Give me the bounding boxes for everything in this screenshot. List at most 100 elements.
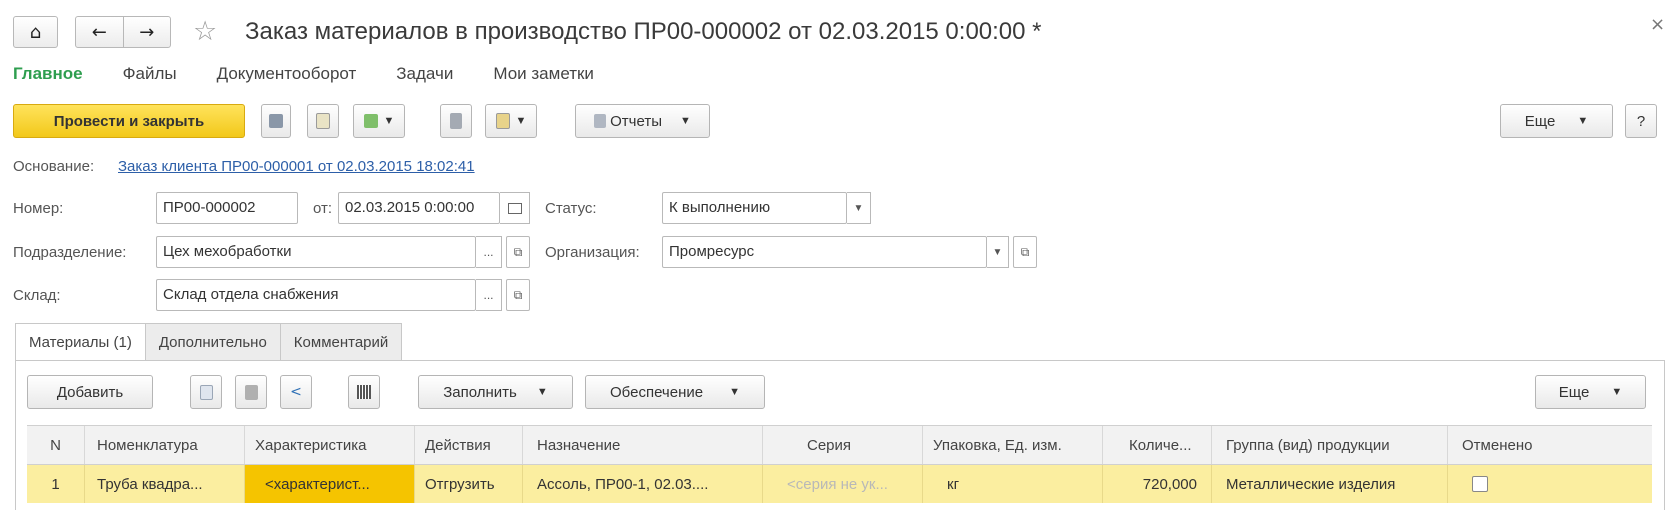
arrow-left-icon: ← (91, 21, 107, 43)
org-open-button[interactable]: ⧉ (1013, 236, 1037, 268)
chevron-down-icon: ▼ (536, 386, 548, 398)
fill-button[interactable]: Заполнить ▼ (418, 375, 573, 409)
row-cell-cancelled (1448, 465, 1652, 503)
chevron-down-icon: ▼ (853, 202, 864, 214)
number-field[interactable]: ПР00-000002 (156, 192, 298, 224)
star-icon[interactable]: ☆ (193, 16, 217, 47)
warehouse-select-button[interactable]: ... (476, 279, 502, 311)
col-package[interactable]: Упаковка, Ед. изм. (923, 426, 1103, 464)
row-cell-quantity[interactable]: 720,000 (1103, 465, 1212, 503)
date-field[interactable]: 02.03.2015 0:00:00 (338, 192, 500, 224)
division-label: Подразделение: (13, 244, 127, 261)
row-cell-series[interactable]: <серия не ук... (763, 465, 923, 503)
col-product-group[interactable]: Группа (вид) продукции (1212, 426, 1448, 464)
share-button[interactable]: < (280, 375, 312, 409)
org-dropdown-button[interactable]: ▼ (987, 236, 1009, 268)
back-button[interactable]: ← (76, 17, 123, 47)
ellipsis-icon: ... (483, 288, 494, 302)
row-cell-package[interactable]: кг (923, 465, 1103, 503)
post-button[interactable] (307, 104, 339, 138)
division-select-button[interactable]: ... (476, 236, 502, 268)
reports-button[interactable]: Отчеты ▼ (575, 104, 710, 138)
section-docflow[interactable]: Документооборот (217, 64, 357, 84)
col-quantity[interactable]: Количе... (1103, 426, 1212, 464)
warehouse-open-button[interactable]: ⧉ (506, 279, 530, 311)
forward-button[interactable]: → (122, 17, 171, 47)
open-icon: ⧉ (513, 244, 523, 259)
reports-label: Отчеты (610, 112, 662, 130)
basis-link[interactable]: Заказ клиента ПР00-000001 от 02.03.2015 … (118, 158, 475, 175)
document-structure-button[interactable] (440, 104, 472, 138)
barcode-button[interactable] (348, 375, 380, 409)
warehouse-label: Склад: (13, 287, 61, 304)
fill-label: Заполнить (443, 383, 517, 401)
section-files[interactable]: Файлы (123, 64, 177, 84)
post-and-close-button[interactable]: Провести и закрыть (13, 104, 245, 138)
table-header: N Номенклатура Характеристика Действия Н… (27, 425, 1652, 465)
close-icon[interactable]: × (1650, 14, 1665, 35)
cancelled-checkbox[interactable] (1472, 476, 1488, 492)
home-button[interactable]: ⌂ (13, 16, 58, 48)
row-cell-nomenclature[interactable]: Труба квадра... (85, 465, 245, 503)
status-field[interactable]: К выполнению (662, 192, 847, 224)
chevron-down-icon: ▼ (679, 115, 691, 127)
window-title: Заказ материалов в производство ПР00-000… (245, 18, 1042, 45)
division-open-button[interactable]: ⧉ (506, 236, 530, 268)
supply-button[interactable]: Обеспечение ▼ (585, 375, 765, 409)
open-icon: ⧉ (1020, 244, 1030, 259)
table-more-button[interactable]: Еще ▼ (1535, 375, 1646, 409)
add-row-button[interactable]: Добавить (27, 375, 153, 409)
history-nav: ← → (75, 16, 171, 48)
division-field[interactable]: Цех мехобработки (156, 236, 476, 268)
create-based-button[interactable]: ▼ (353, 104, 405, 138)
section-main[interactable]: Главное (13, 64, 83, 84)
copy-icon (199, 384, 213, 400)
print-icon (495, 113, 510, 129)
create-based-icon (363, 114, 378, 128)
col-nomenclature[interactable]: Номенклатура (85, 426, 245, 464)
row-cell-product-group[interactable]: Металлические изделия (1212, 465, 1448, 503)
help-button[interactable]: ? (1625, 104, 1657, 138)
section-nav: Главное Файлы Документооборот Задачи Мои… (13, 64, 634, 84)
paste-icon (244, 384, 258, 400)
open-icon: ⧉ (513, 287, 523, 302)
tab-materials[interactable]: Материалы (1) (15, 323, 146, 361)
warehouse-field[interactable]: Склад отдела снабжения (156, 279, 476, 311)
col-series[interactable]: Серия (763, 426, 923, 464)
tab-bar: Материалы (1) Дополнительно Комментарий (15, 323, 403, 361)
status-dropdown-button[interactable]: ▼ (847, 192, 871, 224)
chevron-down-icon: ▼ (383, 115, 395, 127)
more-label: Еще (1524, 112, 1556, 130)
calendar-button[interactable] (500, 192, 530, 224)
copy-row-button[interactable] (190, 375, 222, 409)
col-cancelled[interactable]: Отменено (1448, 426, 1652, 464)
paste-button[interactable] (235, 375, 267, 409)
row-cell-purpose[interactable]: Ассоль, ПР00-1, 02.03.... (523, 465, 763, 503)
from-label: от: (313, 200, 333, 217)
row-cell-actions[interactable]: Отгрузить (415, 465, 523, 503)
number-label: Номер: (13, 200, 64, 217)
section-notes[interactable]: Мои заметки (493, 64, 594, 84)
row-cell-characteristic[interactable]: <характерист... (245, 465, 415, 503)
table-row[interactable]: 1 Труба квадра... <характерист... Отгруз… (27, 465, 1652, 503)
list-icon (450, 113, 462, 129)
org-label: Организация: (545, 244, 640, 261)
arrow-right-icon: → (139, 21, 155, 43)
col-characteristic[interactable]: Характеристика (245, 426, 415, 464)
floppy-icon (269, 114, 283, 128)
ellipsis-icon: ... (483, 245, 494, 259)
tab-comment[interactable]: Комментарий (279, 323, 403, 361)
print-button[interactable]: ▼ (485, 104, 537, 138)
status-label: Статус: (545, 200, 597, 217)
col-n[interactable]: N (27, 426, 85, 464)
post-and-close-label: Провести и закрыть (53, 112, 205, 130)
more-button[interactable]: Еще ▼ (1500, 104, 1613, 138)
col-actions[interactable]: Действия (415, 426, 523, 464)
save-button[interactable] (261, 104, 291, 138)
home-icon: ⌂ (29, 21, 42, 43)
org-field[interactable]: Промресурс (662, 236, 987, 268)
section-tasks[interactable]: Задачи (396, 64, 453, 84)
chevron-down-icon: ▼ (1577, 115, 1589, 127)
tab-additional[interactable]: Дополнительно (144, 323, 281, 361)
col-purpose[interactable]: Назначение (523, 426, 763, 464)
